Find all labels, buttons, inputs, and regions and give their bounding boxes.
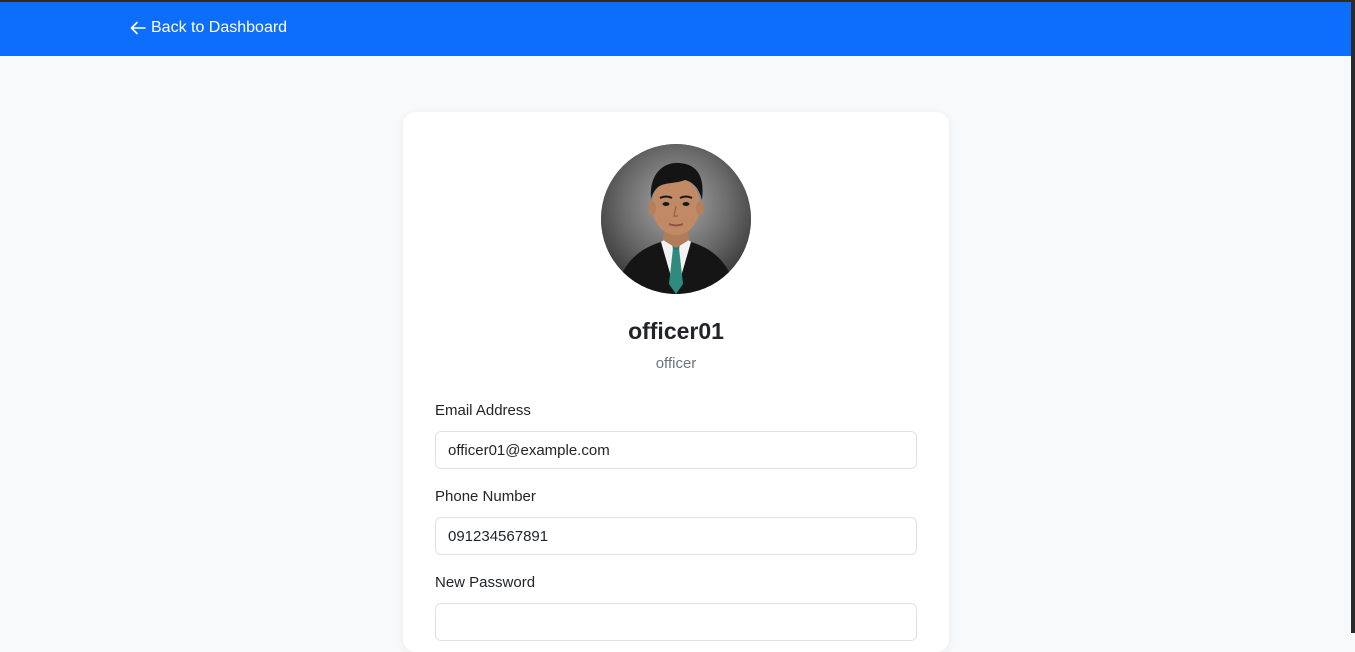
new-password-label: New Password	[435, 574, 536, 591]
phone-field[interactable]	[435, 517, 917, 555]
email-field[interactable]	[435, 431, 917, 469]
email-label: Email Address	[435, 402, 531, 419]
profile-username: officer01	[628, 318, 724, 344]
arrow-left-icon	[130, 21, 146, 35]
top-navbar: Back to Dashboard	[0, 2, 1351, 56]
back-to-dashboard-link[interactable]: Back to Dashboard	[130, 19, 287, 37]
window-frame-right	[1351, 0, 1355, 633]
back-link-label: Back to Dashboard	[151, 19, 288, 36]
new-password-field[interactable]	[435, 603, 917, 641]
profile-avatar[interactable]	[601, 144, 751, 294]
profile-role: officer	[655, 355, 697, 372]
phone-label: Phone Number	[435, 488, 536, 505]
profile-card: officer01 officer Email Address Phone Nu…	[403, 112, 949, 652]
